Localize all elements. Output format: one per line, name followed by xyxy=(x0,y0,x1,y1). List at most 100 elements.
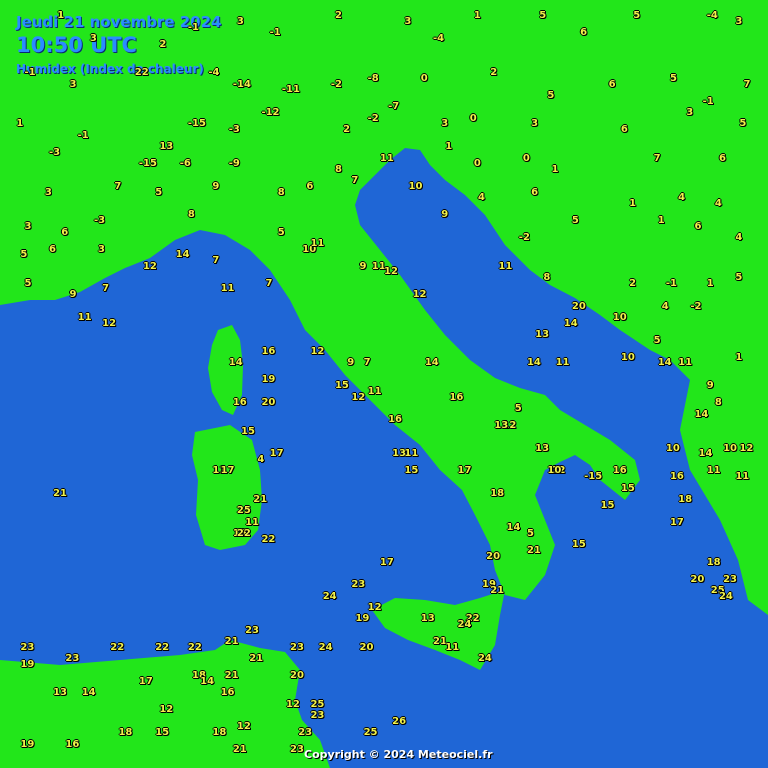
station-value: 3 xyxy=(404,16,412,28)
station-value: 17 xyxy=(457,465,472,477)
station-value: 21 xyxy=(224,636,239,648)
station-value: 23 xyxy=(723,573,737,585)
station-value: -12 xyxy=(261,107,280,119)
station-value: 21 xyxy=(53,488,68,500)
station-value: 23 xyxy=(310,710,325,722)
station-value: 6 xyxy=(580,27,588,39)
station-value: 0 xyxy=(473,158,481,170)
station-value: 11 xyxy=(220,283,235,295)
station-value: 18 xyxy=(118,727,133,739)
station-value: 1 xyxy=(657,215,665,227)
humidex-map: Jeudi 21 novembre 2024 10:50 UTC Humidex… xyxy=(0,0,768,768)
station-value: 9 xyxy=(212,181,220,193)
station-value: 8 xyxy=(277,186,285,198)
station-value: -15 xyxy=(138,158,157,170)
station-value: 8 xyxy=(714,397,722,409)
station-value: -3 xyxy=(228,124,240,136)
station-value: 20 xyxy=(571,300,586,312)
station-value: 11 xyxy=(678,357,693,369)
station-value: -2 xyxy=(330,78,342,90)
station-value: 24 xyxy=(318,641,333,653)
station-value: 11 xyxy=(367,385,382,397)
station-value: 12 xyxy=(384,266,398,278)
station-value: 17 xyxy=(220,465,235,477)
station-value: 9 xyxy=(69,289,77,301)
station-value: 0 xyxy=(522,152,530,164)
station-value: 18 xyxy=(212,727,227,739)
station-value: 4 xyxy=(714,198,722,210)
station-value: 10 xyxy=(620,351,635,363)
station-value: 6 xyxy=(608,78,616,90)
station-value: 5 xyxy=(514,402,522,414)
station-value: 23 xyxy=(351,579,366,591)
station-value: 11 xyxy=(706,465,721,477)
station-value: 1 xyxy=(16,118,24,130)
map-product-label: Humidex (Index de chaleur) xyxy=(16,62,204,76)
station-value: -3 xyxy=(49,146,61,158)
station-value: 1 xyxy=(551,163,559,175)
station-value: 11 xyxy=(445,641,460,653)
station-value: 6 xyxy=(620,124,628,136)
station-value: 15 xyxy=(334,380,349,392)
station-value: 6 xyxy=(61,226,69,238)
station-value: 25 xyxy=(363,727,378,739)
station-value: 10 xyxy=(547,465,562,477)
station-value: 11 xyxy=(77,311,92,323)
station-value: 21 xyxy=(232,744,247,756)
station-value: 23 xyxy=(290,744,304,756)
station-value: 22 xyxy=(236,528,251,540)
station-value: -11 xyxy=(281,84,300,96)
station-value: -1 xyxy=(187,21,200,33)
station-value: 0 xyxy=(469,112,477,124)
copyright-text: Copyright © 2024 Meteociel.fr xyxy=(304,748,493,761)
station-value: 12 xyxy=(351,391,366,403)
station-value: 14 xyxy=(698,448,713,460)
station-value: 3 xyxy=(89,33,97,45)
station-value: 16 xyxy=(669,471,684,483)
station-value: 2 xyxy=(490,67,498,79)
station-value: 5 xyxy=(653,334,661,346)
station-value: -2 xyxy=(367,112,379,124)
station-value: 12 xyxy=(367,602,382,614)
station-value: 7 xyxy=(102,283,110,295)
station-value: -3 xyxy=(93,215,106,227)
station-value: 21 xyxy=(526,545,541,557)
station-value: 24 xyxy=(718,590,733,602)
station-value: 22 xyxy=(110,641,125,653)
station-value: 25 xyxy=(236,505,251,517)
station-value: 5 xyxy=(739,118,747,130)
station-value: 2 xyxy=(334,10,342,22)
station-value: 4 xyxy=(257,454,265,466)
station-value: 23 xyxy=(20,641,35,653)
station-value: 13 xyxy=(494,419,509,431)
station-value: 13 xyxy=(53,687,68,699)
station-value: 19 xyxy=(355,613,370,625)
station-value: 4 xyxy=(477,192,485,204)
station-value: 15 xyxy=(571,539,586,551)
station-value: 11 xyxy=(379,152,394,164)
station-value: -1 xyxy=(269,27,281,39)
station-value: 3 xyxy=(735,16,743,28)
station-value: 26 xyxy=(392,715,407,727)
map-time: 10:50 UTC xyxy=(16,33,137,57)
station-value: 3 xyxy=(98,243,105,255)
station-value: 14 xyxy=(526,357,541,369)
station-value: -1 xyxy=(77,129,89,141)
station-value: -4 xyxy=(706,10,718,22)
station-value: 16 xyxy=(261,346,276,358)
station-value: 8 xyxy=(334,163,342,175)
station-value: 20 xyxy=(290,670,304,682)
station-value: 14 xyxy=(228,357,243,369)
station-value: 19 xyxy=(261,374,276,386)
station-value: 14 xyxy=(657,357,672,369)
station-value: 23 xyxy=(245,624,260,636)
station-value: -9 xyxy=(228,158,240,170)
station-value: 6 xyxy=(531,186,539,198)
station-value: -1 xyxy=(702,95,714,107)
station-value: 16 xyxy=(232,397,247,409)
station-value: 16 xyxy=(388,414,402,426)
station-value: 10 xyxy=(665,442,680,454)
station-value: 17 xyxy=(269,448,284,460)
station-value: 4 xyxy=(735,232,743,244)
station-value: 1 xyxy=(57,10,65,22)
